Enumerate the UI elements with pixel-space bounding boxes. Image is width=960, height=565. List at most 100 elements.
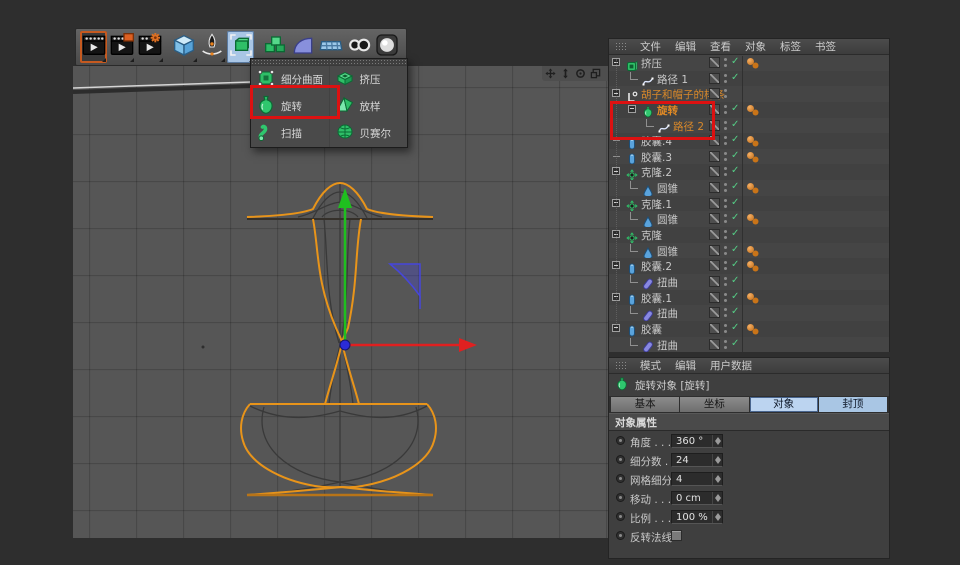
enabled-check-icon[interactable]: ✓: [731, 56, 739, 67]
object-label[interactable]: 胶囊.1: [641, 291, 672, 306]
visibility-dots-icon[interactable]: [724, 261, 727, 265]
layer-toggle-icon[interactable]: [709, 260, 720, 272]
visibility-dots-icon[interactable]: [724, 323, 727, 327]
object-row[interactable]: 扭曲 ✓: [609, 273, 889, 290]
tab-封顶[interactable]: 封顶: [818, 397, 887, 412]
tab-基本[interactable]: 基本: [611, 397, 680, 412]
enabled-check-icon[interactable]: ✓: [731, 275, 739, 286]
panel-handle-icon[interactable]: [615, 42, 626, 51]
visibility-dots-icon[interactable]: [724, 292, 727, 296]
visibility-dots-icon[interactable]: [724, 245, 727, 249]
visibility-dots-icon[interactable]: [724, 198, 727, 202]
enabled-check-icon[interactable]: ✓: [731, 244, 739, 255]
property-bullet-icon[interactable]: [616, 531, 625, 540]
layer-toggle-icon[interactable]: [709, 244, 720, 256]
material-tag-icon[interactable]: [747, 136, 754, 144]
tab-对象[interactable]: 对象: [749, 397, 818, 412]
om-menu-item[interactable]: 标签: [780, 39, 801, 54]
enabled-check-icon[interactable]: ✓: [731, 181, 739, 192]
visibility-dots-icon[interactable]: [724, 120, 727, 124]
z-plane-handle[interactable]: [387, 263, 421, 299]
object-row[interactable]: 胶囊.1 ✓: [609, 289, 889, 306]
om-menu-item[interactable]: 查看: [710, 39, 731, 54]
axis-gizmo[interactable]: [338, 188, 477, 352]
visibility-dots-icon[interactable]: [724, 73, 727, 77]
layer-toggle-icon[interactable]: [709, 57, 720, 68]
visibility-dots-icon[interactable]: [724, 214, 727, 218]
property-bullet-icon[interactable]: [616, 493, 625, 502]
property-value-field[interactable]: 24: [671, 452, 723, 467]
material-tag-icon[interactable]: [747, 245, 754, 253]
visibility-dots-icon[interactable]: [724, 58, 727, 61]
object-row[interactable]: 挤压 ✓: [609, 55, 889, 71]
visibility-dots-icon[interactable]: [724, 167, 727, 171]
primitive-cube-button[interactable]: [170, 31, 197, 63]
panel-handle-icon[interactable]: [615, 361, 626, 370]
enabled-check-icon[interactable]: ✓: [731, 197, 739, 208]
x-axis-arrowhead[interactable]: [459, 338, 477, 352]
enabled-check-icon[interactable]: ✓: [731, 259, 739, 270]
enabled-check-icon[interactable]: ✓: [731, 338, 739, 349]
visibility-dots-icon[interactable]: [724, 183, 727, 187]
generator-menu-item[interactable]: 放样: [330, 93, 408, 120]
property-value-field[interactable]: 100 %: [671, 509, 723, 524]
visibility-dots-icon[interactable]: [724, 151, 727, 155]
material-tag-icon[interactable]: [747, 151, 754, 159]
generator-menu-item[interactable]: 贝赛尔: [330, 120, 408, 147]
object-row[interactable]: 圆锥 ✓: [609, 242, 889, 260]
property-value-field[interactable]: 0 cm: [671, 490, 723, 505]
visibility-dots-icon[interactable]: [724, 339, 727, 343]
rotate-icon[interactable]: [575, 68, 586, 79]
object-row[interactable]: 旋转 ✓: [609, 101, 889, 118]
object-label[interactable]: 圆锥: [657, 181, 678, 196]
object-label[interactable]: 扭曲: [657, 306, 678, 321]
layer-toggle-icon[interactable]: [709, 166, 720, 178]
layer-toggle-icon[interactable]: [709, 213, 720, 225]
enabled-check-icon[interactable]: ✓: [731, 291, 739, 302]
material-tag-icon[interactable]: [747, 183, 754, 191]
render-view-button[interactable]: [80, 31, 108, 63]
object-label[interactable]: 旋转: [657, 103, 678, 118]
layer-toggle-icon[interactable]: [709, 338, 720, 350]
object-label[interactable]: 挤压: [641, 56, 662, 71]
object-row[interactable]: 胡子和帽子的样条: [609, 86, 889, 102]
object-row[interactable]: 圆锥 ✓: [609, 211, 889, 228]
stepper-icon[interactable]: [712, 472, 722, 485]
layer-toggle-icon[interactable]: [709, 88, 720, 100]
enabled-check-icon[interactable]: ✓: [731, 134, 739, 145]
am-menu-item[interactable]: 用户数据: [710, 358, 752, 373]
property-bullet-icon[interactable]: [616, 512, 625, 521]
generator-menu-item[interactable]: 挤压: [330, 66, 408, 93]
layer-toggle-icon[interactable]: [709, 150, 720, 162]
object-label[interactable]: 胶囊.2: [641, 259, 672, 274]
render-picture-viewer-button[interactable]: [108, 31, 135, 63]
gizmo-origin[interactable]: [339, 339, 351, 351]
object-label[interactable]: 克隆: [641, 228, 662, 243]
object-row[interactable]: 胶囊.3 ✓: [609, 148, 889, 165]
object-label[interactable]: 克隆.1: [641, 197, 672, 212]
generator-menu-item[interactable]: 扫描: [251, 120, 329, 147]
object-label[interactable]: 圆锥: [657, 212, 678, 227]
stepper-icon[interactable]: [712, 491, 722, 504]
enabled-check-icon[interactable]: ✓: [731, 228, 739, 239]
property-bullet-icon[interactable]: [616, 474, 625, 483]
layer-toggle-icon[interactable]: [709, 322, 720, 334]
object-row[interactable]: 克隆.1 ✓: [609, 195, 889, 212]
stepper-icon[interactable]: [712, 453, 722, 466]
object-label[interactable]: 路径 1: [657, 72, 688, 87]
tab-坐标[interactable]: 坐标: [680, 397, 749, 412]
object-row[interactable]: 胶囊 ✓: [609, 320, 889, 337]
property-bullet-icon[interactable]: [616, 436, 625, 445]
expand-toggle-icon[interactable]: [628, 104, 636, 113]
generator-menu-item[interactable]: 细分曲面: [251, 66, 329, 93]
property-checkbox[interactable]: [671, 530, 682, 541]
layer-toggle-icon[interactable]: [709, 182, 720, 194]
enabled-check-icon[interactable]: ✓: [731, 150, 739, 161]
am-menu-item[interactable]: 编辑: [675, 358, 696, 373]
om-menu-item[interactable]: 书签: [815, 39, 836, 54]
object-row[interactable]: 路径 2 ✓: [609, 117, 889, 134]
object-label[interactable]: 圆锥: [657, 244, 678, 259]
object-row[interactable]: 扭曲 ✓: [609, 336, 889, 352]
stepper-icon[interactable]: [712, 510, 722, 523]
property-bullet-icon[interactable]: [616, 455, 625, 464]
